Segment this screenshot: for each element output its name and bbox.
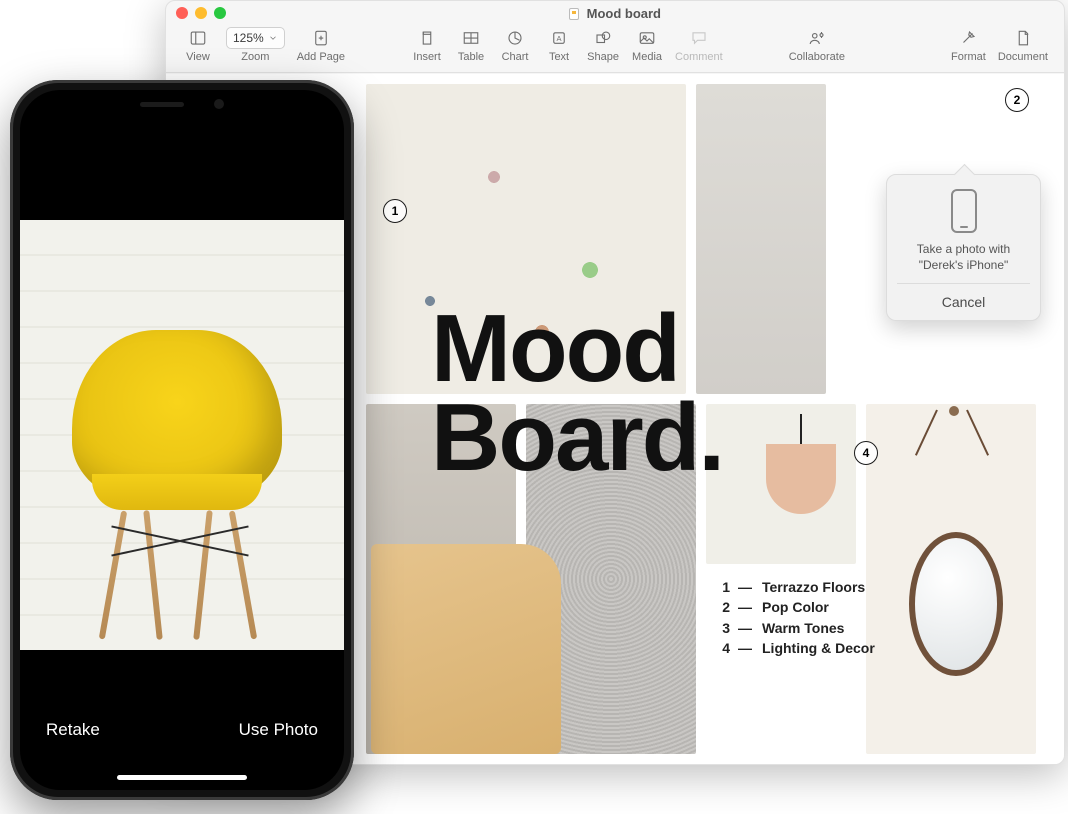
callout-2: 2 <box>1005 88 1029 112</box>
chair-photo <box>72 330 282 510</box>
document-icon <box>569 8 579 20</box>
camera-preview <box>20 220 344 650</box>
toolbar-collaborate[interactable]: Collaborate <box>783 27 851 63</box>
svg-text:A: A <box>557 34 562 43</box>
toolbar-text[interactable]: A Text <box>537 27 581 63</box>
toolbar-zoom[interactable]: 125% Zoom <box>220 27 291 63</box>
page-title[interactable]: Mood Board. <box>431 304 723 483</box>
toolbar-zoom-label: Zoom <box>241 51 269 63</box>
toolbar-format-label: Format <box>951 51 986 63</box>
toolbar-view-label: View <box>186 51 210 63</box>
toolbar-document[interactable]: Document <box>992 27 1054 63</box>
note-num: 2 <box>716 597 730 617</box>
toolbar-comment[interactable]: Comment <box>669 27 729 63</box>
note-num: 3 <box>716 618 730 638</box>
toolbar-collaborate-label: Collaborate <box>789 51 845 63</box>
callout-1: 1 <box>383 199 407 223</box>
toolbar-text-label: Text <box>549 51 569 63</box>
chevron-down-icon <box>268 33 278 43</box>
toolbar-format[interactable]: Format <box>945 27 992 63</box>
use-photo-button[interactable]: Use Photo <box>239 720 318 740</box>
popover-text: Take a photo with "Derek's iPhone" <box>897 241 1030 273</box>
toolbar-media[interactable]: Media <box>625 27 669 63</box>
note-num: 4 <box>716 638 730 658</box>
toolbar: View 125% Zoom Add Page Insert Table Cha… <box>166 25 1064 73</box>
page-title-line1: Mood <box>431 304 723 393</box>
phone-icon <box>951 189 977 233</box>
note-label: Warm Tones <box>762 618 844 638</box>
page-title-line2: Board. <box>431 393 723 482</box>
note-row: 1— Terrazzo Floors <box>716 577 875 597</box>
titlebar: Mood board <box>166 1 1064 25</box>
iphone-device: Retake Use Photo <box>10 80 354 800</box>
toolbar-view[interactable]: View <box>176 27 220 63</box>
iphone-notch <box>97 90 267 118</box>
toolbar-media-label: Media <box>632 51 662 63</box>
toolbar-shape-label: Shape <box>587 51 619 63</box>
notes-list[interactable]: 1— Terrazzo Floors 2— Pop Color 3— Warm … <box>716 577 875 658</box>
mirror-peg <box>949 406 959 416</box>
image-lamp[interactable] <box>756 414 846 524</box>
note-num: 1 <box>716 577 730 597</box>
toolbar-chart-label: Chart <box>502 51 529 63</box>
popover-cancel-button[interactable]: Cancel <box>897 283 1030 320</box>
window-title-text: Mood board <box>587 6 661 21</box>
note-row: 3— Warm Tones <box>716 618 875 638</box>
toolbar-table[interactable]: Table <box>449 27 493 63</box>
toolbar-shape[interactable]: Shape <box>581 27 625 63</box>
toolbar-document-label: Document <box>998 51 1048 63</box>
image-mirror[interactable] <box>891 514 1021 694</box>
toolbar-add-page-label: Add Page <box>297 51 345 63</box>
zoom-value: 125% <box>233 31 264 45</box>
retake-button[interactable]: Retake <box>46 720 100 740</box>
note-row: 4— Lighting & Decor <box>716 638 875 658</box>
toolbar-add-page[interactable]: Add Page <box>291 27 351 63</box>
note-label: Terrazzo Floors <box>762 577 865 597</box>
toolbar-chart[interactable]: Chart <box>493 27 537 63</box>
note-row: 2— Pop Color <box>716 597 875 617</box>
toolbar-insert-label: Insert <box>413 51 441 63</box>
image-sofa[interactable] <box>371 544 561 754</box>
window-title: Mood board <box>166 6 1064 21</box>
toolbar-insert[interactable]: Insert <box>405 27 449 63</box>
continuity-camera-popover: Take a photo with "Derek's iPhone" Cance… <box>886 174 1041 321</box>
callout-4: 4 <box>854 441 878 465</box>
home-indicator[interactable] <box>117 775 247 780</box>
note-label: Lighting & Decor <box>762 638 875 658</box>
toolbar-comment-label: Comment <box>675 51 723 63</box>
toolbar-table-label: Table <box>458 51 484 63</box>
note-label: Pop Color <box>762 597 829 617</box>
